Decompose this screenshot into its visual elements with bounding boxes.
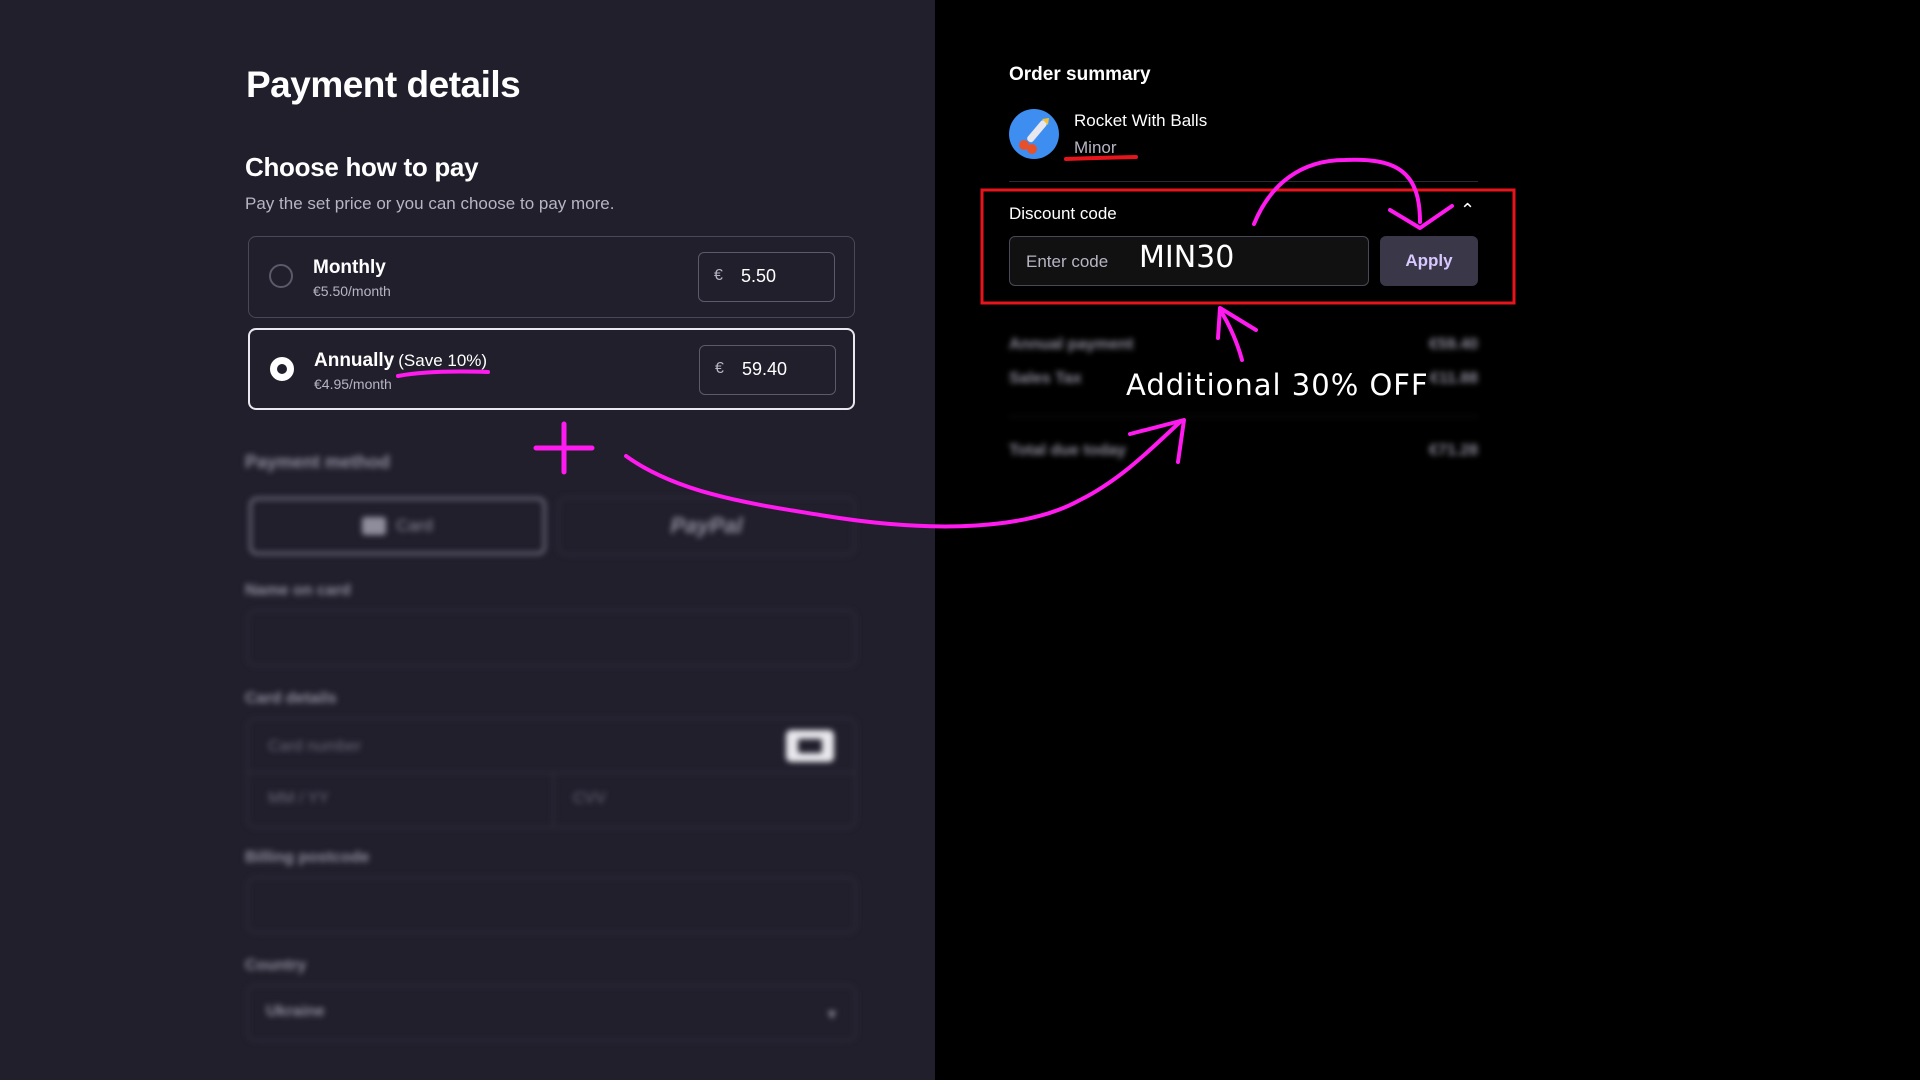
billing-postcode-label: Billing postcode (245, 849, 370, 866)
code-placeholder: Enter code (1026, 252, 1109, 271)
card-number-input[interactable]: Card number (268, 738, 361, 756)
cvv-input[interactable]: CVV (573, 790, 606, 808)
card-icon (362, 517, 387, 535)
country-select[interactable] (247, 985, 856, 1041)
divider (1009, 416, 1478, 417)
row-label: Sales Tax (1009, 370, 1082, 387)
card-details-group (247, 718, 856, 828)
card-divider (553, 772, 554, 826)
total-label: Total due today (1009, 442, 1127, 459)
row-value: €59.40 (1429, 336, 1478, 353)
order-summary-title: Order summary (1009, 64, 1151, 85)
name-on-card-input[interactable] (247, 610, 856, 666)
product-tier: Minor (1074, 138, 1117, 157)
discount-code-value: MIN30 (1139, 240, 1235, 275)
card-details-label: Card details (245, 690, 337, 707)
card-method-button[interactable]: Card (249, 497, 546, 555)
payment-method-title: Payment method (245, 452, 391, 472)
row-value: €11.88 (1429, 370, 1478, 387)
chevron-down-icon: ▼ (825, 1006, 839, 1022)
expiry-input[interactable]: MM / YY (268, 790, 329, 808)
divider (1009, 181, 1478, 182)
product-name: Rocket With Balls (1074, 111, 1208, 130)
discount-annotation: Additional 30% OFF (1126, 368, 1429, 402)
paypal-method-button[interactable]: PayPal (558, 497, 855, 555)
row-label: Annual payment (1009, 336, 1134, 353)
rocket-icon (1009, 109, 1059, 159)
annual-payment-row: Annual payment €59.40 (1009, 336, 1478, 354)
name-on-card-label: Name on card (245, 582, 351, 599)
chevron-up-icon[interactable]: ⌃ (1460, 200, 1475, 221)
total-value: €71.28 (1429, 442, 1478, 459)
country-value: Ukraine (266, 1003, 325, 1020)
discount-code-label: Discount code (1009, 204, 1117, 223)
country-label: Country (245, 957, 307, 974)
card-divider (248, 772, 855, 773)
billing-postcode-input[interactable] (247, 877, 856, 933)
card-method-label: Card (396, 516, 433, 535)
total-row: Total due today €71.28 (1009, 442, 1478, 460)
order-summary-panel (935, 0, 1920, 1080)
payment-method-section: Payment method Card PayPal Name on card … (0, 0, 935, 1080)
card-icon (786, 730, 834, 762)
apply-button[interactable]: Apply (1380, 236, 1478, 286)
